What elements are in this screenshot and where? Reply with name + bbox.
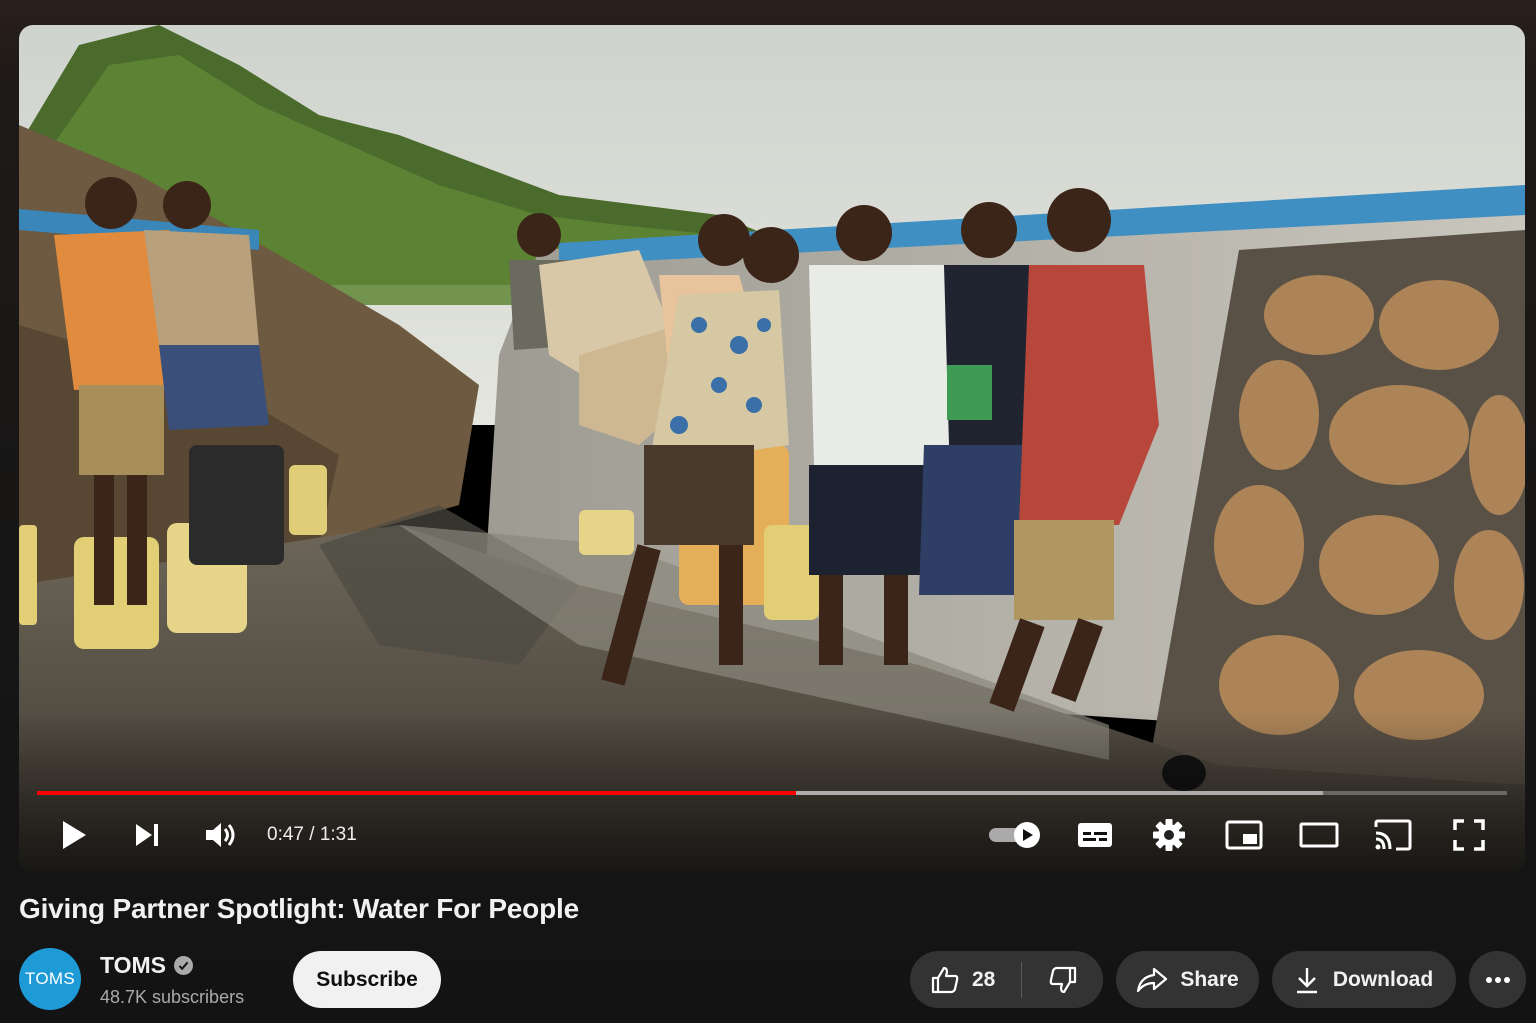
fullscreen-icon	[1453, 819, 1485, 851]
avatar-text: TOMS	[24, 969, 75, 988]
thumbs-down-icon	[1049, 966, 1076, 993]
time-separator: /	[309, 824, 320, 845]
cast-icon	[1374, 819, 1412, 851]
dislike-button[interactable]	[1022, 951, 1103, 1008]
fullscreen-button[interactable]	[1447, 813, 1491, 857]
next-icon	[136, 824, 158, 846]
download-label: Download	[1332, 967, 1434, 991]
theater-mode-button[interactable]	[1297, 813, 1341, 857]
current-time: 0:47	[267, 824, 304, 845]
autoplay-toggle[interactable]	[985, 813, 1045, 857]
like-dislike-group: 28	[910, 951, 1103, 1008]
subscriber-count: 48.7K subscribers	[100, 987, 245, 1007]
play-icon	[63, 821, 86, 849]
channel-name: TOMS	[100, 952, 167, 978]
autoplay-toggle-icon	[989, 822, 1040, 848]
like-count: 28	[972, 967, 996, 991]
miniplayer-button[interactable]	[1222, 813, 1266, 857]
like-button[interactable]: 28	[910, 951, 1021, 1008]
thumbs-up-icon	[931, 966, 959, 993]
video-player[interactable]: 0:47 / 1:31	[19, 25, 1525, 871]
share-arrow-icon	[1137, 967, 1168, 992]
next-button[interactable]	[127, 813, 167, 857]
subscribe-button[interactable]: Subscribe	[293, 951, 441, 1008]
verified-badge-icon	[174, 956, 194, 975]
share-button[interactable]: Share	[1116, 951, 1259, 1008]
settings-gear-icon	[1153, 819, 1185, 851]
progress-played	[37, 791, 796, 795]
theater-mode-icon	[1299, 822, 1339, 848]
progress-bar[interactable]	[37, 791, 1507, 795]
channel-avatar[interactable]: TOMS	[19, 948, 81, 1010]
share-label: Share	[1180, 967, 1239, 991]
subtitles-icon	[1078, 823, 1112, 847]
more-actions-button[interactable]	[1469, 951, 1526, 1008]
miniplayer-icon	[1225, 820, 1263, 850]
download-button[interactable]: Download	[1272, 951, 1456, 1008]
play-button[interactable]	[54, 813, 94, 857]
volume-button[interactable]	[199, 813, 243, 857]
subtitles-button[interactable]	[1073, 813, 1117, 857]
more-horizontal-icon	[1485, 976, 1510, 983]
channel-name-link[interactable]: TOMS	[100, 952, 194, 979]
settings-button[interactable]	[1147, 813, 1191, 857]
duration: 1:31	[319, 824, 357, 845]
cast-button[interactable]	[1371, 813, 1415, 857]
time-display: 0:47 / 1:31	[267, 822, 357, 848]
volume-icon	[206, 823, 235, 847]
download-icon	[1296, 967, 1317, 993]
video-title: Giving Partner Spotlight: Water For Peop…	[19, 893, 579, 924]
